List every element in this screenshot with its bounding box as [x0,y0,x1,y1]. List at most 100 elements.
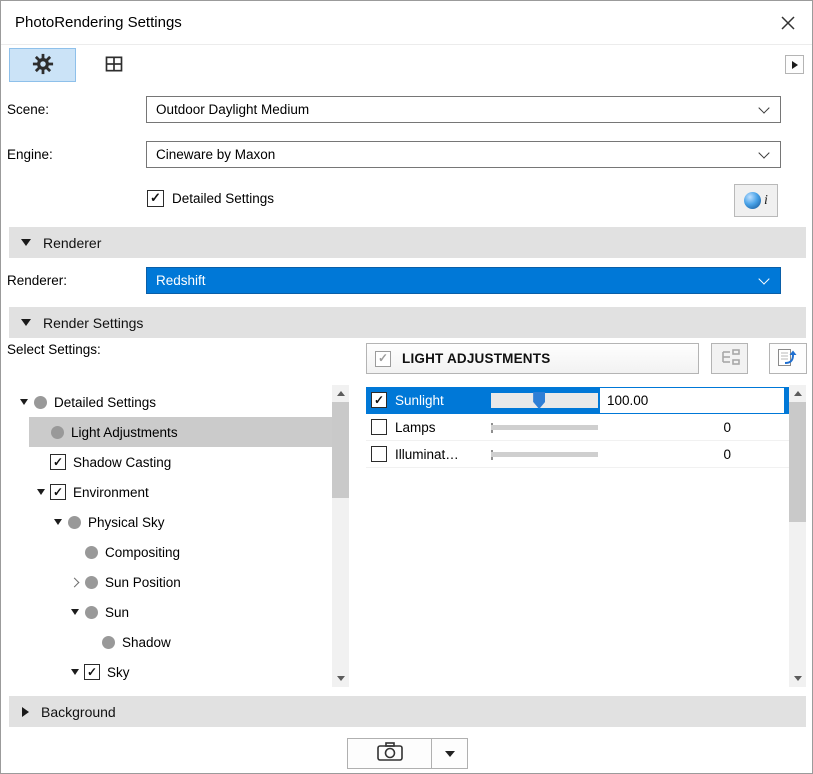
scroll-up-button[interactable] [789,385,806,402]
light-adjustments-header: LIGHT ADJUSTMENTS [366,343,699,374]
tree-detail-button[interactable] [711,343,748,374]
category-dot-icon [85,546,98,559]
select-settings-label: Select Settings: [7,342,101,357]
cinema4d-info-button[interactable]: i [734,184,778,217]
titlebar: PhotoRendering Settings [1,1,812,45]
section-background-label: Background [41,704,116,720]
chevron-down-icon [758,273,769,284]
export-document-arrow-icon [777,347,799,370]
detailed-settings-row: Detailed Settings [147,190,274,207]
adjustment-value[interactable]: 0 [601,420,731,435]
section-render-settings-label: Render Settings [43,315,143,331]
expander-spacer [85,635,99,649]
tree-item-sun-position[interactable]: Sun Position [9,567,332,597]
expander-down-icon[interactable] [68,605,82,619]
scroll-thumb[interactable] [332,402,349,498]
tree-item-sky[interactable]: Sky [9,657,332,687]
adjustment-value[interactable]: 100.00 [600,388,784,413]
tree-item-detailed-settings[interactable]: Detailed Settings [9,387,332,417]
tree-item-label: Compositing [105,545,180,560]
scroll-down-button[interactable] [332,670,349,687]
render-camera-button[interactable] [347,738,432,769]
photorendering-settings-dialog: PhotoRendering Settings [0,0,813,774]
chevron-down-icon [758,147,769,158]
adjustment-label: Sunlight [395,393,481,408]
tree-item-label: Sky [107,665,130,680]
adjustment-rows: Sunlight 100.00Lamps0 Illuminat… 0 [366,387,789,468]
adjustments-panel: Sunlight 100.00Lamps0 Illuminat… 0 [366,385,806,687]
tree-item-checkbox[interactable] [50,484,66,500]
scroll-down-icon [337,676,345,681]
adjustment-value[interactable]: 0 [601,447,731,462]
section-background[interactable]: Background [9,696,806,727]
renderer-label: Renderer: [7,267,67,294]
tree-list-icon [720,349,740,368]
settings-pane-button[interactable] [9,48,76,82]
slider-track[interactable] [491,425,598,430]
close-button[interactable] [776,12,800,36]
adjustment-row-sunlight[interactable]: Sunlight 100.00 [366,387,789,414]
tree-item-physical-sky[interactable]: Physical Sky [9,507,332,537]
tree-item-checkbox[interactable] [84,664,100,680]
expander-spacer [68,545,82,559]
section-renderer-label: Renderer [43,235,101,251]
adjustments-scrollbar[interactable] [789,385,806,687]
toolbar-overflow-button[interactable] [785,55,804,74]
expander-spacer [34,455,48,469]
expander-down-icon[interactable] [51,515,65,529]
panes-pane-button[interactable] [80,48,147,82]
expander-down-icon[interactable] [34,485,48,499]
adjustment-slider[interactable] [491,393,598,408]
renderer-value: Redshift [156,273,760,288]
tree-item-checkbox[interactable] [50,454,66,470]
tree-item-shadow-casting[interactable]: Shadow Casting [9,447,332,477]
renderer-dropdown[interactable]: Redshift [146,267,781,294]
detailed-settings-label: Detailed Settings [172,191,274,206]
tree-item-environment[interactable]: Environment [9,477,332,507]
tree-item-label: Shadow [122,635,171,650]
tree-scrollbar[interactable] [332,385,349,687]
light-adjustments-checkbox[interactable] [375,351,391,367]
adjustment-checkbox[interactable] [371,446,387,462]
tree-item-light-adjustments[interactable]: Light Adjustments [9,417,332,447]
adjustment-row-lamps[interactable]: Lamps0 [366,414,789,441]
expander-spacer [34,425,48,439]
engine-dropdown[interactable]: Cineware by Maxon [146,141,781,168]
section-renderer[interactable]: Renderer [9,227,806,258]
scroll-up-button[interactable] [332,385,349,402]
tree-item-compositing[interactable]: Compositing [9,537,332,567]
adjustment-row-illuminat[interactable]: Illuminat… 0 [366,441,789,468]
adjustment-slider[interactable] [491,452,598,458]
category-dot-icon [102,636,115,649]
section-render-settings[interactable]: Render Settings [9,307,806,338]
engine-value: Cineware by Maxon [156,147,760,162]
tree-item-label: Light Adjustments [71,425,178,440]
tree-item-shadow[interactable]: Shadow [9,627,332,657]
slider-track[interactable] [491,452,598,457]
export-settings-button[interactable] [769,343,807,374]
menu-down-triangle-icon [445,751,455,757]
expander-down-icon[interactable] [17,395,31,409]
detailed-settings-checkbox[interactable] [147,190,164,207]
scene-label: Scene: [7,96,49,123]
scroll-up-icon [337,391,345,396]
scroll-thumb[interactable] [789,402,806,522]
expander-right-icon[interactable] [68,575,82,589]
scroll-down-icon [794,676,802,681]
slider-thumb-icon[interactable] [533,392,545,409]
render-camera-menu-button[interactable] [431,738,468,769]
scroll-up-icon [794,391,802,396]
category-dot-icon [85,606,98,619]
tree-item-sun[interactable]: Sun [9,597,332,627]
settings-tree-panel: Detailed Settings Light Adjustments Shadow… [9,385,349,687]
adjustment-slider[interactable] [491,425,598,431]
adjustment-label: Illuminat… [395,447,481,462]
scene-value: Outdoor Daylight Medium [156,102,760,117]
category-dot-icon [51,426,64,439]
scene-dropdown[interactable]: Outdoor Daylight Medium [146,96,781,123]
adjustment-checkbox[interactable] [371,419,387,435]
expander-down-icon[interactable] [68,665,82,679]
adjustment-checkbox[interactable] [371,392,387,408]
tree-item-label: Sun Position [105,575,181,590]
scroll-down-button[interactable] [789,670,806,687]
